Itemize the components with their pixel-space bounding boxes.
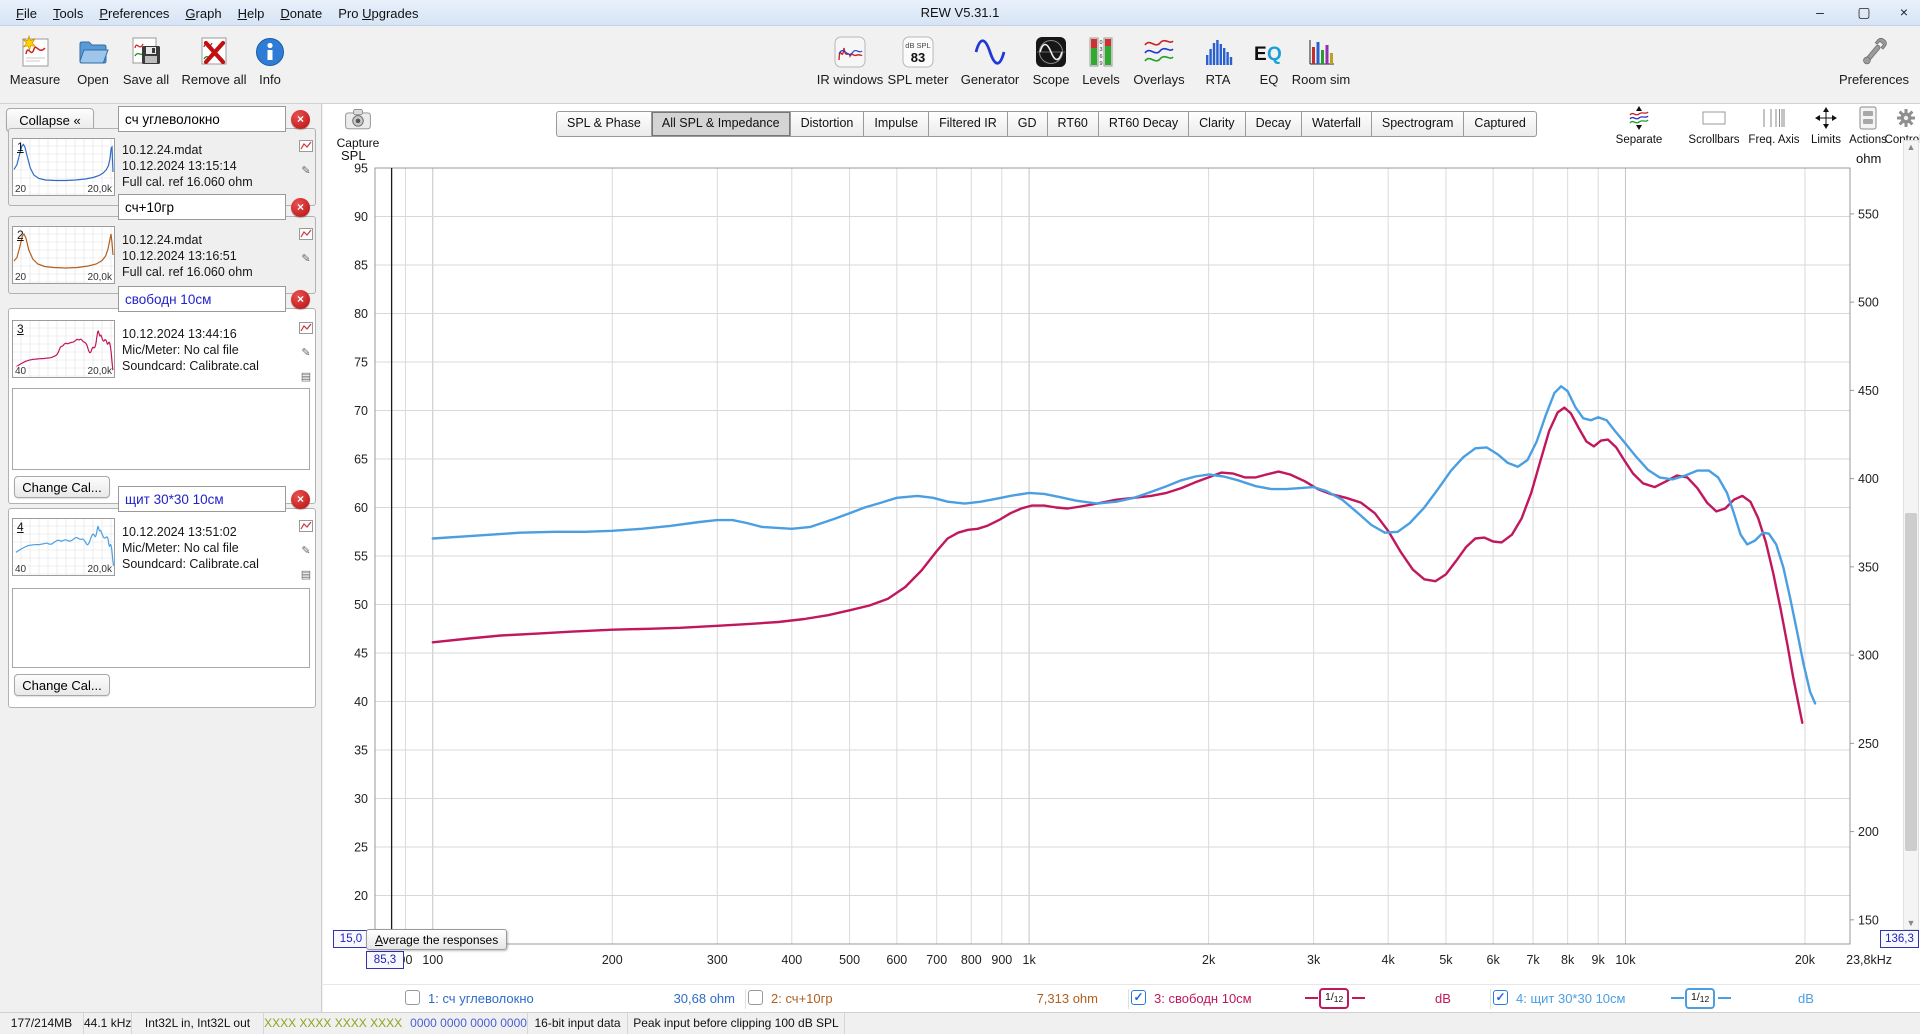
svg-text:65: 65: [354, 453, 368, 467]
smoothing-badge-3[interactable]: 1/12: [1319, 988, 1350, 1009]
thumb-xmax-label: 20,0k: [87, 184, 112, 195]
svg-text:900: 900: [991, 953, 1012, 967]
svg-text:6k: 6k: [1487, 953, 1501, 967]
left-axis-caption: SPL: [341, 148, 366, 163]
thumb-xmax-label: 20,0k: [87, 564, 112, 575]
svg-text:700: 700: [926, 953, 947, 967]
capture-label: Capture: [336, 136, 380, 150]
svg-text:55: 55: [354, 550, 368, 564]
svg-text:550: 550: [1858, 207, 1879, 221]
svg-text:9k: 9k: [1592, 953, 1606, 967]
svg-text:350: 350: [1858, 560, 1879, 574]
svg-text:95: 95: [354, 162, 368, 176]
svg-text:5k: 5k: [1439, 953, 1453, 967]
legend-label-2[interactable]: 2: сч+10гр: [771, 991, 833, 1006]
thumb-xmax-label: 20,0k: [87, 272, 112, 283]
svg-text:300: 300: [707, 953, 728, 967]
thumb-xmin-label: 40: [15, 366, 27, 377]
measurement-index[interactable]: 4: [17, 520, 24, 534]
trace-legend: 1: сч углеволокно 30,68 ohm 2: сч+10гр 7,31…: [323, 984, 1920, 1012]
freq-axis-lower-limit-box[interactable]: 85,3: [366, 951, 404, 969]
svg-text:200: 200: [1858, 825, 1879, 839]
vertical-scrollbar[interactable]: ▲ ▼: [1903, 140, 1919, 930]
svg-text:300: 300: [1858, 649, 1879, 663]
svg-text:150: 150: [1858, 913, 1879, 927]
thumb-xmin-label: 20: [15, 272, 27, 283]
legend-checkbox-4[interactable]: ✓: [1493, 990, 1508, 1005]
svg-text:50: 50: [354, 598, 368, 612]
thumb-xmax-label: 20,0k: [87, 366, 112, 377]
svg-text:85: 85: [354, 259, 368, 273]
trace-4: [431, 385, 1817, 705]
legend-label-1[interactable]: 1: сч углеволокно: [428, 991, 534, 1006]
trace-3: [431, 406, 1804, 724]
average-responses-button[interactable]: Average the responses: [366, 929, 508, 950]
svg-text:75: 75: [354, 356, 368, 370]
legend-separator: [745, 989, 746, 1009]
legend-checkbox-3[interactable]: ✓: [1131, 990, 1146, 1005]
legend-checkbox-2[interactable]: [748, 990, 763, 1005]
svg-text:40: 40: [354, 695, 368, 709]
svg-text:3k: 3k: [1307, 953, 1321, 967]
legend-separator: [1128, 989, 1129, 1009]
svg-text:600: 600: [886, 953, 907, 967]
measurement-index[interactable]: 2: [17, 228, 24, 242]
svg-text:450: 450: [1858, 384, 1879, 398]
svg-text:60: 60: [354, 501, 368, 515]
capture-button[interactable]: Capture: [336, 105, 380, 150]
svg-text:500: 500: [839, 953, 860, 967]
svg-text:45: 45: [354, 647, 368, 661]
measurement-index[interactable]: 1: [17, 140, 24, 154]
svg-text:500: 500: [1858, 296, 1879, 310]
smoothing-badge-4[interactable]: 1/12: [1685, 988, 1716, 1009]
scroll-up-icon[interactable]: ▲: [1904, 142, 1918, 152]
svg-text:25: 25: [354, 841, 368, 855]
svg-text:800: 800: [961, 953, 982, 967]
svg-text:2k: 2k: [1202, 953, 1216, 967]
spl-impedance-chart[interactable]: 80 90 100 200 300 400 500 600 700 800 900 1k 2k 3k 4k 5…: [0, 0, 1920, 1034]
right-axis-caption: ohm: [1856, 151, 1882, 166]
left-axis-lower-limit-box[interactable]: 15,0: [333, 930, 369, 948]
svg-text:7k: 7k: [1526, 953, 1540, 967]
measurement-index[interactable]: 3: [17, 322, 24, 336]
smoothing-dash: [1718, 997, 1731, 999]
svg-text:80: 80: [354, 307, 368, 321]
smoothing-dash: [1352, 997, 1365, 999]
scrollbar-thumb[interactable]: [1905, 513, 1917, 851]
legend-label-4[interactable]: 4: щит 30*30 10см: [1516, 991, 1625, 1006]
svg-text:1k: 1k: [1023, 953, 1037, 967]
legend-separator: [1490, 989, 1491, 1009]
scroll-down-icon[interactable]: ▼: [1904, 918, 1918, 928]
legend-unit-3: dB: [1435, 991, 1451, 1006]
smoothing-dash: [1305, 997, 1318, 999]
svg-text:200: 200: [602, 953, 623, 967]
svg-text:20k: 20k: [1795, 953, 1816, 967]
thumb-xmin-label: 40: [15, 564, 27, 575]
smoothing-dash: [1671, 997, 1684, 999]
svg-text:70: 70: [354, 404, 368, 418]
svg-text:8k: 8k: [1561, 953, 1575, 967]
svg-text:250: 250: [1858, 737, 1879, 751]
svg-text:10k: 10k: [1615, 953, 1636, 967]
legend-value-2: 7,313 ohm: [1036, 991, 1098, 1006]
svg-text:23,8kHz: 23,8kHz: [1846, 953, 1892, 967]
svg-text:20: 20: [354, 889, 368, 903]
svg-text:100: 100: [422, 953, 443, 967]
legend-value-1: 30,68 ohm: [673, 991, 735, 1006]
right-axis-lower-limit-box[interactable]: 136,3: [1880, 930, 1919, 948]
thumb-xmin-label: 20: [15, 184, 27, 195]
legend-label-3[interactable]: 3: свободн 10см: [1154, 991, 1252, 1006]
svg-text:30: 30: [354, 792, 368, 806]
svg-text:4k: 4k: [1382, 953, 1396, 967]
legend-unit-4: dB: [1798, 991, 1814, 1006]
svg-text:400: 400: [1858, 472, 1879, 486]
legend-checkbox-1[interactable]: [405, 990, 420, 1005]
svg-text:90: 90: [354, 210, 368, 224]
svg-text:35: 35: [354, 744, 368, 758]
svg-text:400: 400: [781, 953, 802, 967]
rew-application-window: File Tools Preferences Graph Help Donate Pro U…: [0, 0, 1920, 1034]
